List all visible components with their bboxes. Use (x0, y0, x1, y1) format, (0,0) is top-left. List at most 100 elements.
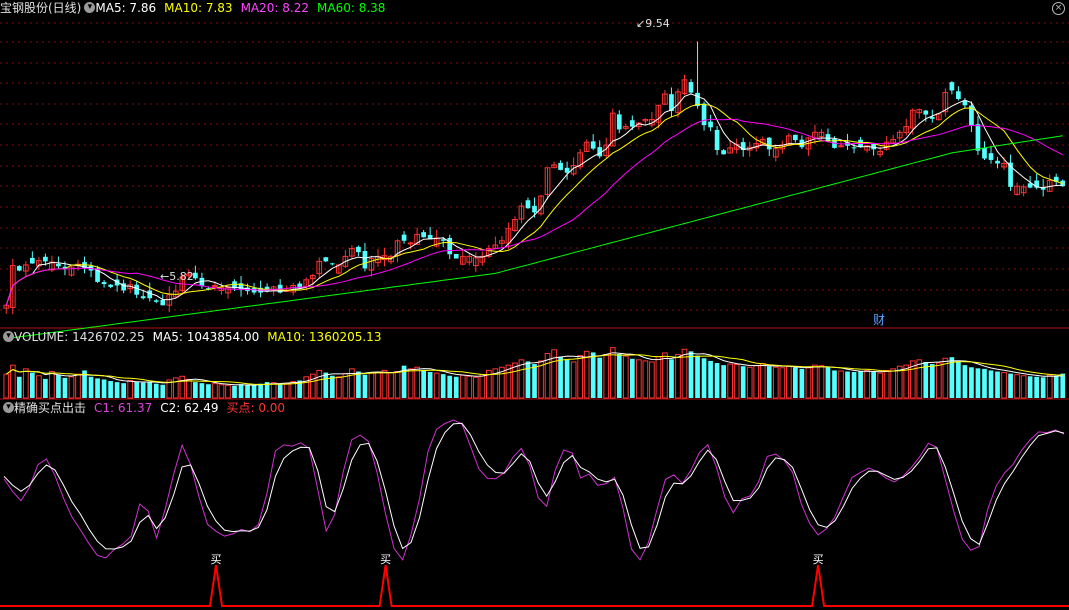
candle-body-down (995, 160, 1000, 164)
candle-body-down (988, 153, 994, 160)
stock-chart-window: 买买买 宝钢股份(日线) ▾ MA5: 7.86 MA10: 7.83 MA20: 8.… (0, 0, 1069, 610)
volume-bar-down (421, 369, 426, 398)
candle-body-down (708, 121, 713, 128)
volume-bar-up (583, 350, 590, 399)
volume-bar-up (414, 366, 420, 399)
volume-bar-down (714, 363, 720, 398)
volume-bar-up (864, 369, 870, 399)
volume-bar-down (825, 367, 831, 398)
collapse-chevron-icon[interactable]: ▾ (3, 402, 14, 413)
candle-body-down (525, 200, 531, 209)
volume-bar-up (1014, 374, 1020, 399)
volume-bar-up (172, 377, 179, 399)
volume-bar-up (655, 356, 662, 399)
volume-bar-down (427, 372, 433, 398)
indicator-panel-header: ▾ 精确买点出击 C1: 61.37 C2: 62.49 买点: 0.00 (0, 400, 285, 416)
volume-bar-up (3, 373, 10, 399)
volume-bar-down (858, 371, 863, 398)
volume-bar-down (597, 357, 603, 398)
collapse-chevron-icon[interactable]: ▾ (84, 2, 96, 13)
volume-bar-up (642, 360, 649, 399)
volume-bar-down (43, 378, 48, 398)
volume-bar-down (982, 368, 987, 398)
volume-bar-down (721, 365, 726, 398)
volume-bar-up (388, 372, 394, 399)
volume-label: VOLUME: 1426702.25 (14, 330, 145, 344)
collapse-chevron-icon[interactable]: ▾ (3, 331, 14, 342)
volume-bar-down (114, 382, 120, 398)
volume-bar-up (727, 363, 733, 399)
candle-body-up (838, 145, 844, 148)
candle-body-down (56, 263, 61, 267)
volume-bar-down (147, 382, 153, 398)
volume-bar-down (153, 383, 159, 398)
candle-body-down (949, 82, 955, 91)
volume-bar-down (447, 375, 453, 398)
buy-signal-line (0, 564, 1069, 607)
volume-bar-up (916, 359, 923, 399)
volume-bar-down (16, 376, 22, 398)
volume-bar-down (238, 384, 244, 398)
volume-bar-up (675, 354, 681, 399)
volume-bar-up (1020, 375, 1027, 399)
candle-body-down (532, 205, 537, 213)
volume-bar-down (134, 381, 140, 398)
volume-bar-up (1001, 372, 1007, 399)
volume-bar-up (779, 367, 786, 399)
volume-bar-down (740, 366, 746, 398)
volume-bar-down (140, 382, 146, 398)
candle-body-up (407, 242, 414, 245)
volume-bar-down (206, 384, 211, 398)
volume-bar-down (329, 375, 335, 398)
volume-bar-up (883, 369, 890, 399)
volume-bar-down (108, 381, 113, 398)
volume-bar-up (75, 373, 81, 399)
volume-bar-down (232, 385, 237, 398)
candle-body-down (558, 162, 563, 170)
volume-bar-down (1034, 376, 1040, 398)
volume-bar-up (283, 382, 290, 399)
volume-bar-down (532, 364, 537, 398)
c2-line (3, 422, 1065, 550)
volume-bar-up (36, 375, 42, 399)
volume-bar-down (766, 366, 772, 398)
ma60-label: MA60: 8.38 (317, 1, 386, 15)
volume-bar-down (356, 371, 361, 398)
volume-bar-up (127, 380, 134, 399)
volume-bar-up (309, 373, 316, 399)
volume-bar-up (179, 375, 186, 399)
candle-body-down (16, 266, 22, 271)
buy-marker-label: 买 (380, 553, 391, 566)
volume-bar-down (851, 372, 857, 398)
volume-bar-down (121, 383, 126, 398)
volume-bar-up (49, 371, 55, 399)
candle-body-down (356, 246, 361, 253)
volume-bar-up (375, 371, 381, 399)
candle-body-down (329, 263, 335, 265)
volume-bar-up (479, 374, 486, 399)
volume-bar-up (746, 366, 753, 399)
volume-bar-up (570, 361, 577, 399)
volume-bar-down (258, 383, 263, 398)
c1-line (3, 419, 1065, 561)
volume-bar-down (277, 383, 283, 398)
financial-report-marker[interactable]: 财 (873, 313, 885, 327)
candle-body-down (982, 147, 987, 159)
close-icon[interactable]: × (1052, 2, 1065, 15)
volume-bar-up (381, 369, 388, 399)
volume-bar-down (56, 374, 61, 398)
c1-label: C1: 61.37 (94, 401, 153, 415)
candle-body-down (590, 141, 596, 149)
volume-bar-up (22, 368, 29, 399)
volume-bar-up (662, 352, 668, 399)
volume-bar-down (199, 383, 205, 398)
volume-bar-down (193, 382, 198, 398)
candle-body-down (766, 137, 772, 150)
volume-bar-down (323, 372, 329, 398)
ma5-label: MA5: 7.86 (95, 1, 157, 15)
buy-point-label: 买点: 0.00 (226, 401, 286, 415)
volume-bar-up (759, 363, 766, 399)
high-price-label: ↙9.54 (636, 17, 670, 30)
volume-bar-up (394, 371, 401, 399)
candle-body-down (193, 272, 198, 279)
